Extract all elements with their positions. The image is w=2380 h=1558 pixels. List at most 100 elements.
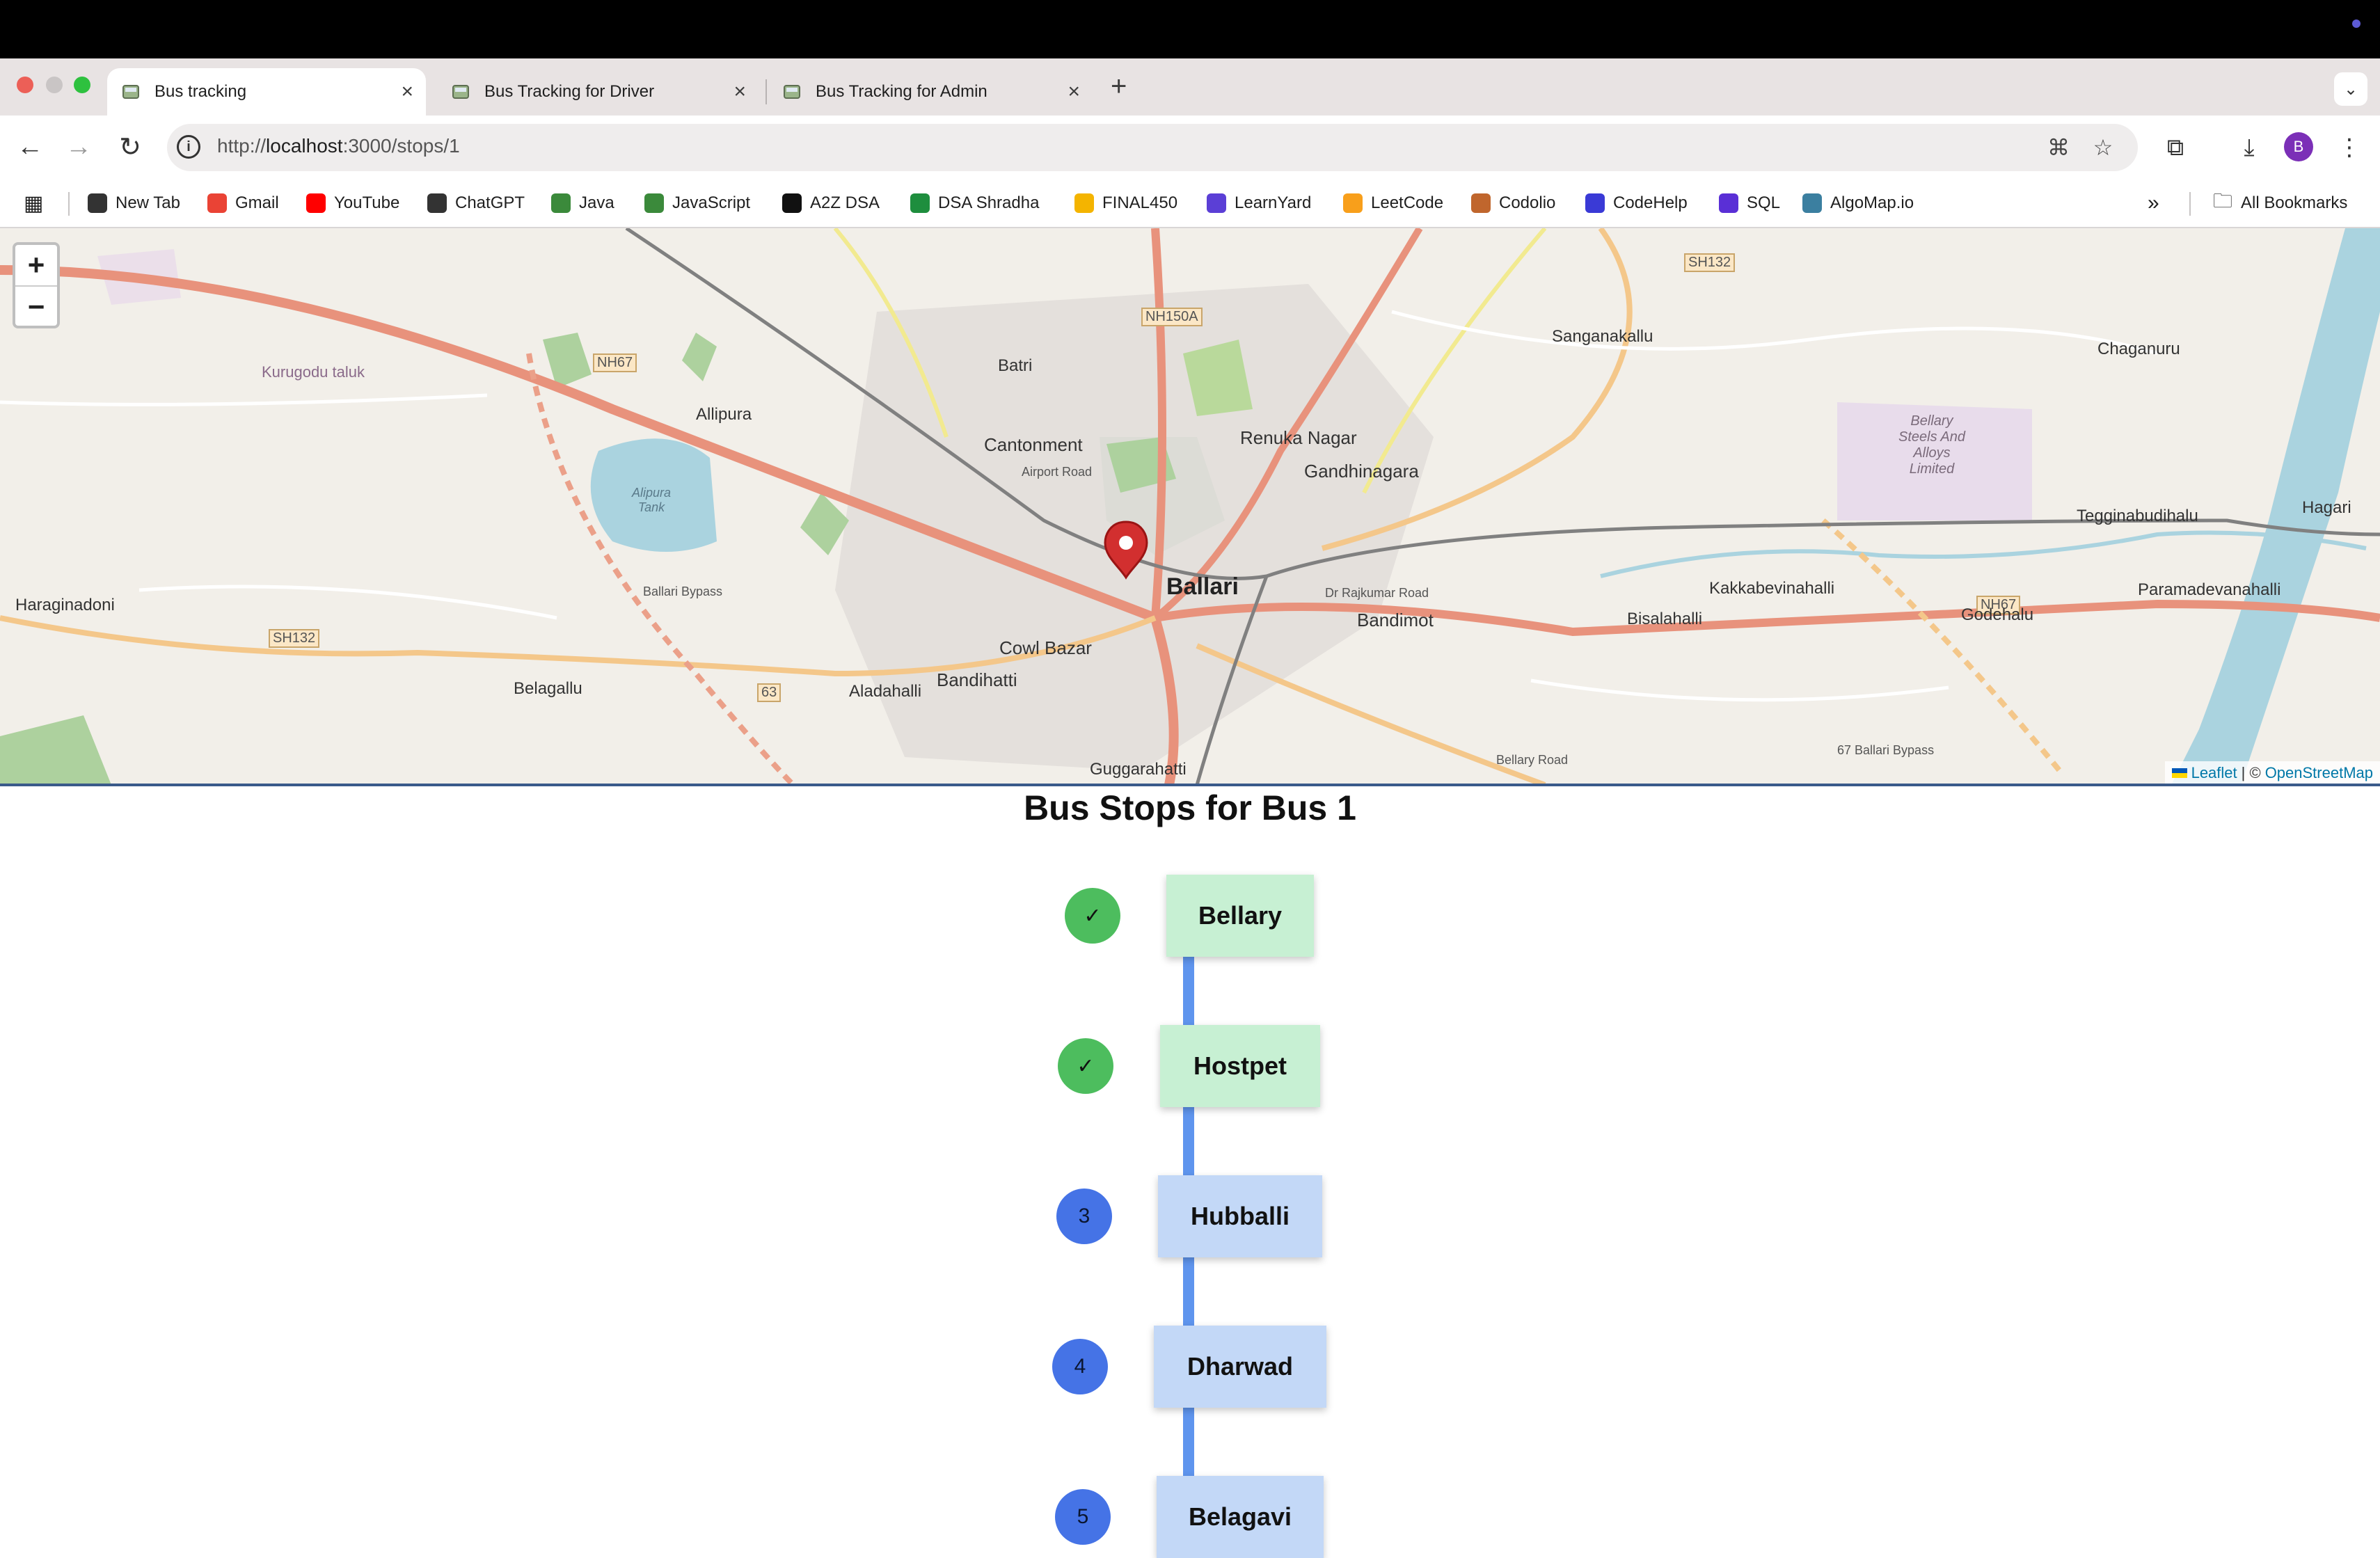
gmail-icon bbox=[207, 193, 227, 213]
new-tab-button[interactable]: + bbox=[1111, 68, 1127, 104]
youtube-icon bbox=[306, 193, 326, 213]
apps-icon[interactable]: ▦ bbox=[24, 188, 43, 218]
map-label: Belagallu bbox=[514, 679, 582, 698]
star-icon[interactable]: ☆ bbox=[2088, 132, 2118, 163]
zoom-out-button[interactable]: − bbox=[15, 287, 57, 327]
tab-search-button[interactable]: ⌄ bbox=[2334, 72, 2367, 106]
close-icon[interactable]: × bbox=[1068, 80, 1080, 104]
all-bookmarks-button[interactable]: 🗀 All Bookmarks bbox=[2213, 188, 2347, 218]
tab-bus-tracking-admin[interactable]: Bus Tracking for Admin × bbox=[768, 68, 1093, 116]
map-label: Airport Road bbox=[1022, 465, 1093, 479]
stop-card-belagavi[interactable]: Belagavi bbox=[1157, 1476, 1324, 1558]
url-text[interactable]: http://localhost:3000/stops/1 bbox=[217, 135, 460, 157]
bookmark-new-tab[interactable]: New Tab bbox=[88, 188, 180, 218]
bookmark-label: Codolio bbox=[1499, 193, 1556, 212]
bookmark-label: CodeHelp bbox=[1613, 193, 1688, 212]
map[interactable]: Kurugodu taluk NH67 Allipura Alipura Tank Ba… bbox=[0, 228, 2380, 785]
map-label: Cowl Bazar bbox=[999, 637, 1092, 658]
stop-name: Bellary bbox=[1198, 901, 1283, 930]
forward-button[interactable]: → bbox=[61, 129, 96, 164]
checkmark-icon: ✓ bbox=[1058, 1038, 1113, 1094]
osm-link[interactable]: OpenStreetMap bbox=[2265, 764, 2373, 782]
map-label: Ballari bbox=[1166, 573, 1239, 600]
map-attribution: Leaflet | © OpenStreetMap bbox=[2164, 761, 2380, 785]
sql-icon bbox=[1719, 193, 1738, 213]
bookmark-leetcode[interactable]: LeetCode bbox=[1343, 188, 1443, 218]
map-label: Paramadevanahalli bbox=[2138, 580, 2281, 599]
map-label: Alipura Tank bbox=[631, 486, 672, 514]
bookmark-learnyard[interactable]: LearnYard bbox=[1207, 188, 1311, 218]
stop-number-badge: 5 bbox=[1055, 1489, 1111, 1545]
bookmark-sql[interactable]: SQL bbox=[1719, 188, 1780, 218]
url-path: :3000/stops/1 bbox=[342, 135, 460, 157]
leaflet-link[interactable]: Leaflet bbox=[2191, 764, 2237, 782]
map-label: Bandimot bbox=[1357, 610, 1434, 630]
bookmark-codehelp[interactable]: CodeHelp bbox=[1585, 188, 1688, 218]
bookmark-label: ChatGPT bbox=[455, 193, 525, 212]
algomap-icon bbox=[1802, 193, 1822, 213]
all-bookmarks-label: All Bookmarks bbox=[2241, 193, 2348, 212]
map-label: Guggarahatti bbox=[1090, 760, 1187, 779]
bookmark-label: DSA Shradha bbox=[938, 193, 1040, 212]
map-label: SH132 bbox=[1684, 253, 1736, 272]
bookmark-label: LeetCode bbox=[1371, 193, 1444, 212]
map-label: NH150A bbox=[1141, 308, 1203, 326]
stop-card-dharwad[interactable]: Dharwad bbox=[1154, 1326, 1326, 1408]
zoom-in-button[interactable]: + bbox=[15, 245, 57, 287]
bookmark-label: A2Z DSA bbox=[810, 193, 880, 212]
address-bar[interactable] bbox=[167, 124, 2138, 171]
bookmark-javascript[interactable]: JavaScript bbox=[644, 188, 750, 218]
translate-icon[interactable]: ⌘ bbox=[2043, 132, 2074, 163]
arrow-right-icon: → bbox=[65, 132, 92, 161]
url-scheme: http:// bbox=[217, 135, 267, 157]
bookmark-gmail[interactable]: Gmail bbox=[207, 188, 279, 218]
bookmark-dsa-shradha[interactable]: DSA Shradha bbox=[910, 188, 1039, 218]
bookmark-final450[interactable]: FINAL450 bbox=[1074, 188, 1177, 218]
folder-icon: 🗀 bbox=[2213, 190, 2233, 212]
map-label: Hagari bbox=[2302, 498, 2351, 517]
close-window-button[interactable] bbox=[17, 77, 33, 93]
reload-button[interactable]: ↻ bbox=[113, 129, 148, 164]
download-icon[interactable]: ⤓ bbox=[2231, 129, 2267, 166]
close-icon[interactable]: × bbox=[733, 80, 746, 104]
leetcode-icon bbox=[1343, 193, 1363, 213]
map-label: Aladahalli bbox=[849, 682, 922, 701]
maximize-window-button[interactable] bbox=[74, 77, 90, 93]
bookmark-label: SQL bbox=[1747, 193, 1781, 212]
map-label: Haraginadoni bbox=[15, 596, 115, 614]
map-label: Renuka Nagar bbox=[1240, 427, 1357, 448]
menu-icon[interactable]: ⋮ bbox=[2331, 129, 2367, 166]
bookmark-label: FINAL450 bbox=[1102, 193, 1178, 212]
map-label: Gandhinagara bbox=[1304, 461, 1419, 482]
tab-bus-tracking-driver[interactable]: Bus Tracking for Driver × bbox=[437, 68, 759, 116]
bookmark-a2z-dsa[interactable]: A2Z DSA bbox=[782, 188, 880, 218]
bookmarks-overflow-button[interactable]: » bbox=[2148, 188, 2159, 218]
stop-number-badge: 4 bbox=[1052, 1339, 1108, 1394]
bus-icon bbox=[121, 82, 141, 102]
map-label: Ballari Bypass bbox=[643, 585, 723, 598]
bookmark-label: YouTube bbox=[334, 193, 400, 212]
minimize-window-button[interactable] bbox=[46, 77, 63, 93]
site-info-icon[interactable]: i bbox=[177, 135, 200, 159]
map-label: Batri bbox=[998, 356, 1033, 375]
stop-name: Belagavi bbox=[1188, 1502, 1292, 1531]
bus-icon bbox=[782, 82, 802, 102]
close-icon[interactable]: × bbox=[401, 80, 413, 104]
a2z-icon bbox=[782, 193, 802, 213]
bookmark-chatgpt[interactable]: ChatGPT bbox=[427, 188, 525, 218]
tab-title: Bus Tracking for Driver bbox=[484, 82, 655, 101]
map-label: Chaganuru bbox=[2097, 340, 2180, 358]
extensions-icon[interactable]: ⧉ bbox=[2157, 129, 2193, 166]
avatar[interactable]: B bbox=[2284, 132, 2313, 161]
bookmark-java[interactable]: Java bbox=[551, 188, 614, 218]
bookmark-youtube[interactable]: YouTube bbox=[306, 188, 399, 218]
bookmark-codolio[interactable]: Codolio bbox=[1471, 188, 1555, 218]
tab-separator bbox=[765, 79, 767, 104]
page-title: Bus Stops for Bus 1 bbox=[1024, 788, 1356, 827]
stop-card-hostpet[interactable]: Hostpet bbox=[1160, 1025, 1320, 1107]
back-button[interactable]: ← bbox=[13, 129, 47, 164]
stop-card-bellary[interactable]: Bellary bbox=[1166, 875, 1314, 957]
stop-card-hubballi[interactable]: Hubballi bbox=[1158, 1175, 1322, 1257]
bookmark-algomap-io[interactable]: AlgoMap.io bbox=[1802, 188, 1914, 218]
tab-bus-tracking[interactable]: Bus tracking × bbox=[107, 68, 426, 116]
